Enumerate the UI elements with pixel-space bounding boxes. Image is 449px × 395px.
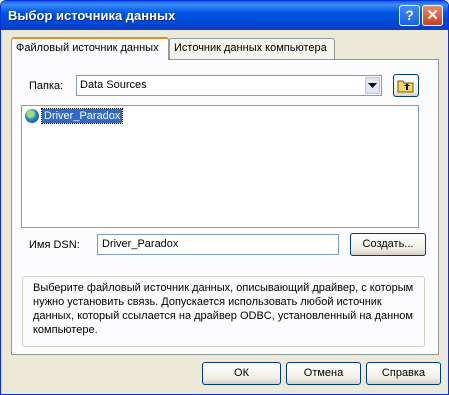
dsn-name-label: Имя DSN: [29, 239, 80, 251]
title-bar[interactable]: Выбор источника данных ? ✕ [1, 1, 448, 30]
select-data-source-dialog: Выбор источника данных ? ✕ Файловый исто… [0, 0, 449, 395]
cancel-button[interactable]: Отмена [286, 362, 361, 385]
tab-machine-data-source[interactable]: Источник данных компьютера [169, 38, 335, 59]
help-title-button[interactable]: ? [399, 5, 420, 26]
globe-icon [25, 109, 39, 123]
tab-label: Файловый источник данных [16, 42, 159, 54]
question-mark-icon: ? [405, 7, 414, 23]
tab-file-data-source[interactable]: Файловый источник данных [11, 37, 169, 60]
cancel-button-label: Отмена [303, 367, 344, 379]
tab-label: Источник данных компьютера [174, 42, 327, 54]
data-source-list[interactable]: Driver_Paradox [21, 105, 419, 228]
info-description: Выберите файловый источник данных, описы… [22, 276, 425, 347]
dsn-name-field[interactable]: Driver_Paradox [97, 234, 339, 255]
close-icon: ✕ [426, 7, 439, 24]
ok-button-label: ОК [234, 367, 249, 379]
help-button[interactable]: Справка [366, 362, 441, 385]
help-button-label: Справка [381, 367, 426, 379]
folder-select-value: Data Sources [80, 79, 147, 91]
chevron-down-icon[interactable] [365, 77, 380, 94]
create-button[interactable]: Создать... [350, 233, 426, 256]
list-item-label: Driver_Paradox [40, 108, 124, 124]
close-button[interactable]: ✕ [422, 5, 443, 26]
info-text: Выберите файловый источник данных, описы… [33, 282, 414, 336]
folder-label: Папка: [29, 80, 64, 92]
folder-select[interactable]: Data Sources [76, 75, 382, 96]
folder-up-icon [397, 80, 414, 93]
create-button-label: Создать... [362, 238, 414, 250]
dsn-name-value: Driver_Paradox [102, 238, 179, 250]
up-one-level-button[interactable] [393, 74, 419, 97]
ok-button[interactable]: ОК [202, 362, 281, 385]
dialog-title: Выбор источника данных [8, 8, 176, 23]
